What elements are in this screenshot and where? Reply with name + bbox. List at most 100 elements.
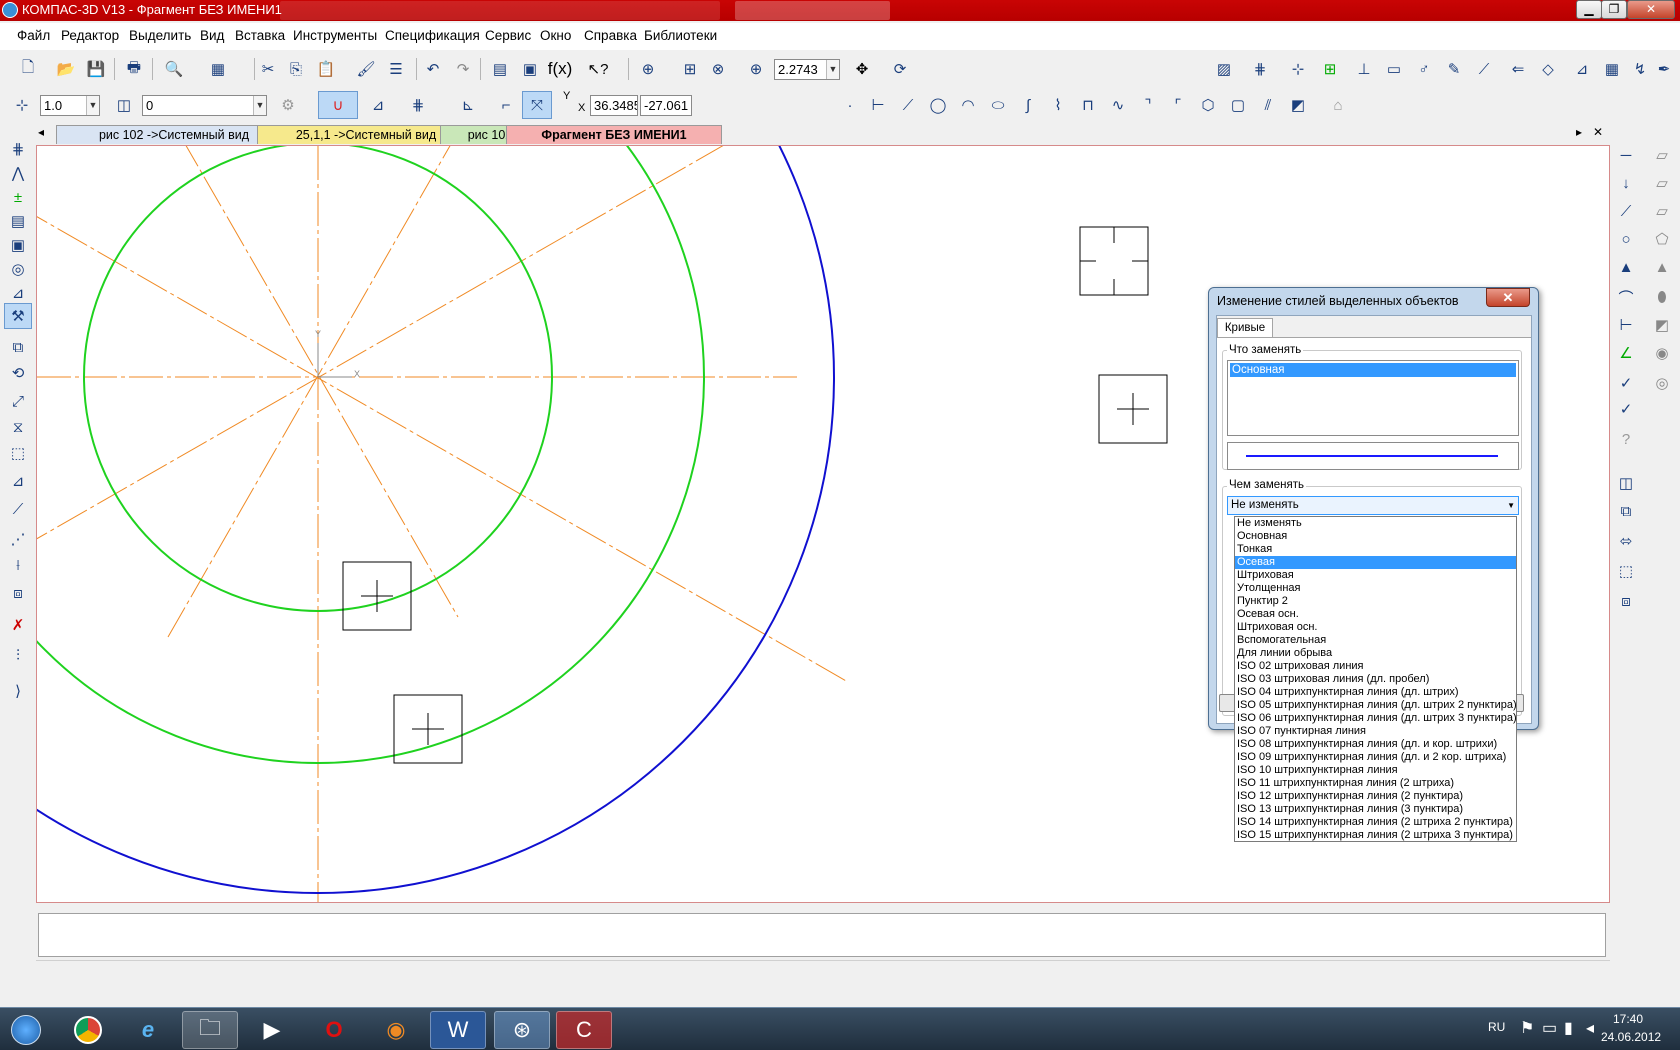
menu-edit[interactable]: Редактор (61, 28, 119, 43)
angle-dimension-icon[interactable]: ∠ (1614, 341, 1638, 365)
zoom-dropdown-arrow-icon[interactable]: ▼ (826, 60, 839, 79)
arc-icon[interactable]: ◠ (956, 93, 980, 117)
view-create-icon[interactable]: ◫ (1614, 471, 1638, 495)
dimension-icon[interactable]: ⊹ (1286, 57, 1310, 81)
panel-manager-icon[interactable]: ▤ (488, 57, 512, 81)
kompas-viewer-icon[interactable]: C (556, 1011, 612, 1049)
clock-date[interactable]: 24.06.2012 (1601, 1030, 1661, 1044)
dropdown-option[interactable]: Не изменять (1235, 517, 1516, 530)
chrome-icon[interactable] (60, 1011, 116, 1049)
dropdown-option[interactable]: Штриховая осн. (1235, 621, 1516, 634)
dropdown-option[interactable]: Вспомогательная (1235, 634, 1516, 647)
parametrization-panel-icon[interactable]: ▣ (6, 233, 30, 257)
arrow-direction-icon[interactable]: ⇐ (1506, 57, 1530, 81)
rectangle-icon[interactable]: ▢ (1226, 93, 1250, 117)
save-icon[interactable]: 💾 (84, 57, 108, 81)
dropdown-option[interactable]: ISO 11 штрихпунктирная линия (2 штриха) (1235, 777, 1516, 790)
redo-icon[interactable]: ↷ (451, 57, 475, 81)
dropdown-option[interactable]: ISO 03 штриховая линия (дл. пробел) (1235, 673, 1516, 686)
dropdown-option[interactable]: ISO 10 штрихпунктирная линия (1235, 764, 1516, 777)
format-brush-icon[interactable]: 🖌 (354, 57, 378, 81)
select-panel-icon[interactable]: ⊿ (6, 281, 30, 305)
coordinates-icon[interactable]: ⤧ (522, 91, 552, 119)
layer-dropdown-arrow-icon[interactable]: ▼ (253, 96, 266, 115)
menu-specification[interactable]: Спецификация (385, 28, 480, 43)
dropdown-option[interactable]: Штриховая (1235, 569, 1516, 582)
power-icon[interactable]: ▭ (1542, 1018, 1557, 1038)
copy-icon[interactable]: ⎘ (284, 57, 308, 81)
action-center-flag-icon[interactable]: ⚑ (1520, 1018, 1534, 1038)
dropdown-option[interactable]: Утолщенная (1235, 582, 1516, 595)
dropdown-option[interactable]: Основная (1235, 530, 1516, 543)
dropdown-option[interactable]: ISO 02 штриховая линия (1235, 660, 1516, 673)
menu-view[interactable]: Вид (200, 28, 224, 43)
paste-icon[interactable]: 📋 (314, 57, 338, 81)
grid-icon[interactable]: ⋕ (406, 93, 430, 117)
ellipse-icon[interactable]: ⬭ (986, 93, 1010, 117)
polyline-icon[interactable]: ⌇ (1046, 93, 1070, 117)
line-style-icon[interactable]: ─ (1614, 143, 1638, 167)
dropdown-option[interactable]: ISO 06 штрихпунктирная линия (дл. штрих … (1235, 712, 1516, 725)
designation-icon[interactable]: ✎ (1442, 57, 1466, 81)
dropdown-option[interactable]: ISO 07 пунктирная линия (1235, 725, 1516, 738)
tab-close-icon[interactable]: ✕ (1593, 125, 1603, 139)
view-section-icon[interactable]: ⬚ (1614, 559, 1638, 583)
current-layer-field[interactable]: 0 (142, 95, 267, 116)
local-cs-icon[interactable]: ⊾ (456, 93, 480, 117)
clip-icon[interactable]: ⫶ (6, 643, 30, 667)
dropdown-option[interactable]: ISO 08 штрихпунктирная линия (дл. и кор.… (1235, 738, 1516, 751)
point-icon[interactable]: · (838, 93, 862, 117)
print-preview-icon[interactable]: 🔍 (162, 57, 186, 81)
open-folder-icon[interactable]: 📂 (54, 57, 78, 81)
zoom-in-icon[interactable]: ⊕ (744, 57, 768, 81)
dropdown-option[interactable]: ISO 15 штрихпунктирная линия (2 штриха 3… (1235, 829, 1516, 841)
add-node-icon[interactable]: ⊞ (1318, 57, 1342, 81)
associative-views-panel-icon[interactable]: ⚒ (4, 303, 32, 329)
menu-help[interactable]: Справка (584, 28, 637, 43)
replace-with-dropdown-list[interactable]: Не изменять Основная Тонкая Осевая Штрих… (1234, 516, 1517, 842)
new-document-icon[interactable]: 🗋 (16, 57, 40, 81)
dropdown-option[interactable]: ISO 04 штрихпунктирная линия (дл. штрих) (1235, 686, 1516, 699)
help-icon[interactable]: ? (1614, 427, 1638, 451)
dropdown-option[interactable]: Пунктир 2 (1235, 595, 1516, 608)
measure-panel-icon[interactable]: ◎ (6, 257, 30, 281)
dialog-close-button[interactable]: ✕ (1486, 288, 1530, 307)
fill-icon[interactable]: ◩ (1286, 93, 1310, 117)
menu-window[interactable]: Окно (540, 28, 571, 43)
equidistant-icon[interactable]: ⫽ (1256, 93, 1280, 117)
media-player-icon[interactable]: ▶ (244, 1011, 300, 1049)
extend-icon[interactable]: ⟊ (6, 553, 30, 577)
chamfer-icon[interactable]: ⌝ (1136, 93, 1160, 117)
circle-tool-icon[interactable]: ○ (1614, 227, 1638, 251)
point-mark-icon[interactable]: ▲ (1614, 255, 1638, 279)
explorer-icon[interactable]: 🗀 (182, 1011, 238, 1049)
split-icon[interactable]: ⋰ (6, 527, 30, 551)
leader-mark-icon[interactable]: ✓ (1614, 397, 1638, 421)
library-manager-icon[interactable]: ▣ (518, 57, 542, 81)
tab-fragment-active[interactable]: Фрагмент БЕЗ ИМЕНИ1 (506, 125, 722, 144)
delete-part-icon[interactable]: ✗ (6, 613, 30, 637)
internet-explorer-icon[interactable]: e (120, 1011, 176, 1049)
menu-service[interactable]: Сервис (485, 28, 531, 43)
dropdown-option[interactable]: ISO 12 штрихпунктирная линия (2 пунктира… (1235, 790, 1516, 803)
warning-sign-icon[interactable]: ◇ (1536, 57, 1560, 81)
kompas-app-icon[interactable] (2, 2, 18, 18)
dropdown-option[interactable]: ISO 05 штрихпунктирная линия (дл. штрих … (1235, 699, 1516, 712)
start-button[interactable] (0, 1011, 52, 1049)
edit-panel-icon[interactable]: ▤ (6, 209, 30, 233)
menu-insert[interactable]: Вставка (235, 28, 285, 43)
tolerance-icon[interactable]: ⊿ (1570, 57, 1594, 81)
designations-panel-icon[interactable]: ± (6, 185, 30, 209)
nurbs-icon[interactable]: ∫ (1016, 93, 1040, 117)
dropdown-option[interactable]: ISO 14 штрихпунктирная линия (2 штриха 2… (1235, 816, 1516, 829)
menu-select[interactable]: Выделить (129, 28, 191, 43)
network-icon[interactable]: ▮ (1564, 1018, 1573, 1038)
maximize-button[interactable]: ❐ (1601, 0, 1627, 19)
tab-curves[interactable]: Кривые (1217, 318, 1273, 338)
ortho-icon[interactable]: ⊿ (366, 93, 390, 117)
dropdown-option[interactable]: ISO 13 штрихпунктирная линия (3 пунктира… (1235, 803, 1516, 816)
table-icon[interactable]: ▦ (1600, 57, 1624, 81)
close-button[interactable]: ✕ (1627, 0, 1675, 19)
deform-icon[interactable]: ⬚ (6, 441, 30, 465)
vertical-dimension-icon[interactable]: ↓ (1614, 171, 1638, 195)
